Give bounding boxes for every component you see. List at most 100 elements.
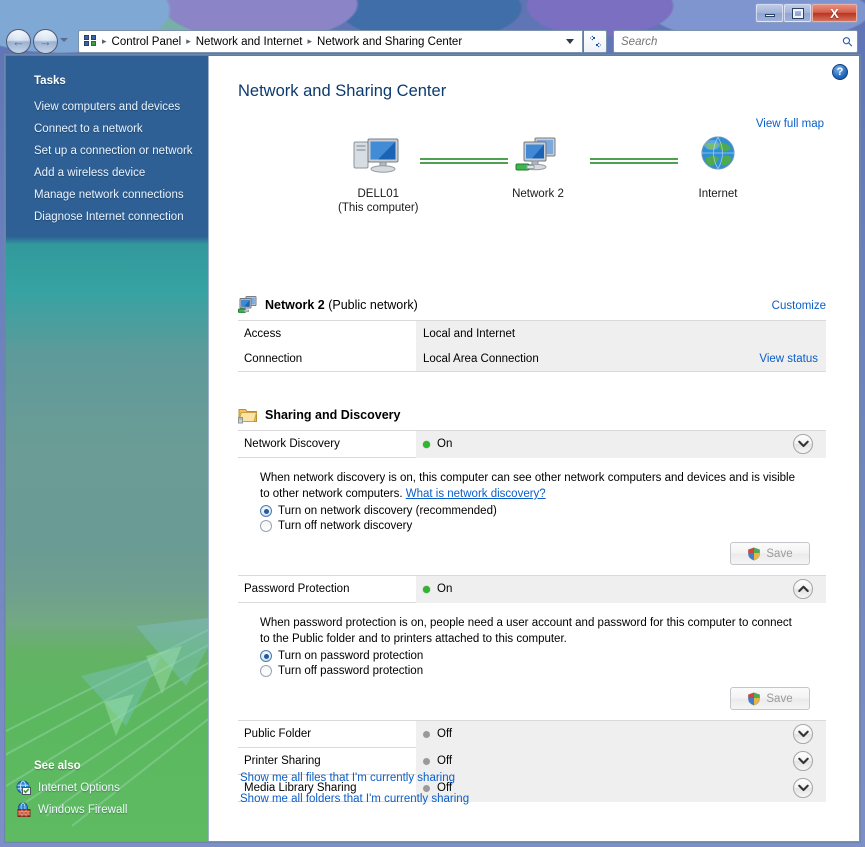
help-icon[interactable]: ?: [832, 64, 848, 80]
row-key: Connection: [244, 352, 303, 365]
back-button[interactable]: ←: [6, 29, 31, 54]
save-password-protection-button[interactable]: Save: [730, 687, 810, 710]
customize-link[interactable]: Customize: [772, 300, 826, 312]
sidebar-item-add-a-wireless-device[interactable]: Add a wireless device: [6, 162, 208, 184]
radio-turn-on-network-discovery[interactable]: [260, 505, 272, 517]
recent-pages-dropdown-icon[interactable]: [60, 38, 68, 42]
minimize-button[interactable]: [756, 4, 783, 22]
collapse-network-discovery-button[interactable]: [793, 434, 813, 454]
search-input[interactable]: [621, 35, 844, 48]
status-dot-off: [423, 730, 430, 738]
password-protection-option-off[interactable]: Turn off password protection: [260, 665, 810, 677]
expand-printer-sharing-button[interactable]: [793, 751, 813, 771]
address-box[interactable]: ▸ Control Panel ▸ Network and Internet ▸…: [78, 30, 583, 53]
row-action: [716, 321, 826, 346]
sidebar-item-manage-network-connections[interactable]: Manage network connections: [6, 184, 208, 206]
row-value: Local Area Connection: [416, 346, 716, 371]
tasks-header: Tasks: [34, 75, 66, 87]
map-node-name: Network 2: [512, 188, 564, 200]
radio-turn-off-network-discovery[interactable]: [260, 520, 272, 532]
view-status-link[interactable]: View status: [759, 353, 818, 365]
network-discovery-option-off[interactable]: Turn off network discovery: [260, 520, 810, 532]
breadcrumb-item-network-and-sharing-center[interactable]: Network and Sharing Center: [313, 35, 466, 49]
sharing-row-state: Off: [416, 747, 780, 775]
map-node-name: DELL01: [357, 188, 400, 200]
chevron-down-icon: [797, 730, 809, 738]
what-is-network-discovery-link[interactable]: What is network discovery?: [406, 488, 546, 500]
sharing-row-public-folder[interactable]: Public Folder Off: [238, 720, 826, 748]
radio-label[interactable]: Turn on password protection: [278, 650, 423, 662]
password-protection-option-on[interactable]: Turn on password protection: [260, 650, 810, 662]
sidebar-item-set-up-a-connection-or-network[interactable]: Set up a connection or network: [6, 140, 208, 162]
computer-icon: [353, 138, 399, 173]
collapse-password-protection-button[interactable]: [793, 579, 813, 599]
sharing-row-state: Off: [416, 774, 780, 802]
view-full-map-link[interactable]: View full map: [756, 118, 824, 130]
save-network-discovery-button[interactable]: Save: [730, 542, 810, 565]
page-title: Network and Sharing Center: [238, 82, 447, 100]
expand-media-library-sharing-button[interactable]: [793, 778, 813, 798]
status-text: On: [437, 438, 453, 450]
network-map: DELL01 (This computer) Network 2 Interne…: [238, 134, 838, 214]
expand-public-folder-button[interactable]: [793, 724, 813, 744]
maximize-button[interactable]: [784, 4, 811, 22]
sharing-row-toggle-cell: [780, 575, 826, 603]
tasks-sidebar: Tasks View computers and devices Connect…: [6, 56, 208, 841]
save-label: Save: [766, 547, 793, 560]
search-box[interactable]: ⚲: [613, 30, 858, 53]
map-node-internet[interactable]: Internet: [690, 134, 746, 201]
network-type: (Public network): [324, 298, 418, 312]
row-action: View status: [716, 346, 826, 371]
sharing-row-state: On: [416, 575, 780, 603]
radio-label[interactable]: Turn off password protection: [278, 665, 423, 677]
forward-arrow-icon: →: [39, 34, 52, 49]
sharing-links: Show me all files that I'm currently sha…: [240, 768, 469, 810]
close-icon: X: [830, 5, 839, 21]
sidebar-item-connect-to-a-network[interactable]: Connect to a network: [6, 118, 208, 140]
radio-turn-off-password-protection[interactable]: [260, 665, 272, 677]
breadcrumb-item-control-panel[interactable]: Control Panel: [108, 35, 186, 49]
map-link-2: [590, 158, 678, 164]
network-discovery-option-on[interactable]: Turn on network discovery (recommended): [260, 505, 810, 517]
content-pane: ? Network and Sharing Center View full m…: [208, 56, 859, 841]
see-also-item-internet-options[interactable]: Internet Options: [6, 777, 208, 799]
status-text: Off: [437, 728, 453, 740]
tasks-list: Tasks View computers and devices Connect…: [6, 56, 208, 228]
internet-options-icon: [16, 780, 31, 795]
map-node-name: Internet: [698, 188, 738, 200]
folder-share-icon: [238, 409, 258, 424]
address-dropdown-button[interactable]: [558, 30, 583, 53]
status-dot-on: [423, 440, 430, 448]
radio-label[interactable]: Turn on network discovery (recommended): [278, 505, 497, 517]
sharing-row-network-discovery[interactable]: Network Discovery On: [238, 430, 826, 458]
show-all-files-sharing-link[interactable]: Show me all files that I'm currently sha…: [240, 768, 469, 789]
radio-label[interactable]: Turn off network discovery: [278, 520, 412, 532]
sharing-row-name: Password Protection: [244, 583, 350, 595]
sidebar-item-view-computers-and-devices[interactable]: View computers and devices: [6, 96, 208, 118]
map-node-this-computer[interactable]: DELL01 (This computer): [338, 134, 419, 215]
row-key: Access: [244, 327, 282, 340]
network-info-table: Access Local and Internet Connection Loc…: [238, 320, 826, 372]
see-also-item-windows-firewall[interactable]: Windows Firewall: [6, 799, 208, 821]
chevron-down-icon: [797, 440, 809, 448]
search-icon: ⚲: [839, 32, 857, 50]
breadcrumb-item-network-and-internet[interactable]: Network and Internet: [192, 35, 307, 49]
status-dot-off: [423, 757, 430, 765]
chevron-down-icon: [797, 784, 809, 792]
table-row: Connection Local Area Connection View st…: [238, 346, 826, 371]
status-text: On: [437, 583, 453, 595]
radio-turn-on-password-protection[interactable]: [260, 650, 272, 662]
sidebar-item-diagnose-internet-connection[interactable]: Diagnose Internet connection: [6, 206, 208, 228]
map-node-network-2[interactable]: Network 2: [510, 134, 566, 201]
forward-button[interactable]: →: [33, 29, 58, 54]
refresh-icon: [589, 35, 601, 48]
table-row: Access Local and Internet: [238, 321, 826, 346]
sharing-row-state: Off: [416, 720, 780, 748]
close-button[interactable]: X: [812, 4, 857, 22]
status-text: Off: [437, 755, 453, 767]
refresh-button[interactable]: [584, 30, 607, 53]
sharing-row-toggle-cell: [780, 430, 826, 458]
show-all-folders-sharing-link[interactable]: Show me all folders that I'm currently s…: [240, 789, 469, 810]
network-name-label: Network 2 (Public network): [265, 298, 418, 312]
sharing-row-password-protection[interactable]: Password Protection On: [238, 575, 826, 603]
